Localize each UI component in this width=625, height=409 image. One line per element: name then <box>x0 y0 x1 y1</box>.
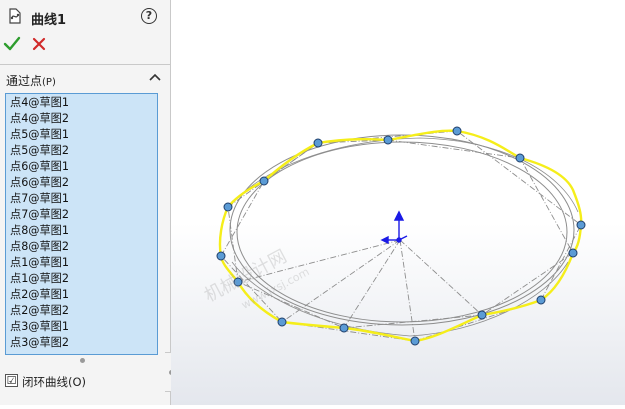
list-item[interactable]: 点7@草图2 <box>10 207 157 223</box>
page-title: 曲线1 <box>31 13 67 28</box>
list-item[interactable]: 点4@草图2 <box>10 111 157 127</box>
closed-curve-checkbox[interactable]: ☑ <box>5 374 18 387</box>
property-manager: 曲线1 ? 通过点(P) 点4@草图1 点4@草图2 点5@草图1 点5@草图2 点6@… <box>0 0 171 405</box>
origin-triad-icon <box>380 210 408 245</box>
list-item[interactable]: 点7@草图1 <box>10 191 157 207</box>
list-item[interactable]: 点6@草图2 <box>10 175 157 191</box>
through-points-heading: 通过点(P) <box>6 72 56 89</box>
control-point[interactable] <box>339 323 349 333</box>
curve-canvas[interactable] <box>171 0 625 405</box>
closed-curve-label: 闭环曲线(O) <box>22 375 87 389</box>
control-point[interactable] <box>568 248 578 258</box>
list-item[interactable]: 点5@草图1 <box>10 127 157 143</box>
control-point[interactable] <box>216 251 226 261</box>
control-point[interactable] <box>452 126 462 136</box>
control-point[interactable] <box>410 336 420 346</box>
control-point[interactable] <box>576 220 586 230</box>
graphics-viewport[interactable] <box>171 0 625 405</box>
list-item[interactable]: 点1@草图1 <box>10 255 157 271</box>
cancel-button[interactable] <box>30 35 48 53</box>
divider <box>0 64 171 65</box>
list-item[interactable]: 点3@草图2 <box>10 335 157 351</box>
control-point[interactable] <box>477 310 487 320</box>
list-item[interactable]: 点4@草图1 <box>10 95 157 111</box>
through-points-label: 通过点 <box>6 74 43 88</box>
resize-grip[interactable] <box>80 358 85 363</box>
through-points-shortcut: (P) <box>42 77 56 88</box>
chevron-up-icon[interactable] <box>148 71 162 85</box>
list-item[interactable]: 点6@草图1 <box>10 159 157 175</box>
curve-feature-icon <box>9 8 21 24</box>
list-item[interactable]: 点2@草图2 <box>10 303 157 319</box>
control-point[interactable] <box>383 135 393 145</box>
list-item[interactable]: 点2@草图1 <box>10 287 157 303</box>
help-icon[interactable]: ? <box>141 8 157 24</box>
feature-header: 曲线1 ? <box>0 0 171 32</box>
list-item[interactable]: 点5@草图2 <box>10 143 157 159</box>
control-point[interactable] <box>277 317 287 327</box>
list-item[interactable]: 点1@草图2 <box>10 271 157 287</box>
control-point[interactable] <box>259 176 269 186</box>
control-point[interactable] <box>515 153 525 163</box>
control-point[interactable] <box>313 138 323 148</box>
list-item[interactable]: 点3@草图1 <box>10 319 157 335</box>
through-points-list[interactable]: 点4@草图1 点4@草图2 点5@草图1 点5@草图2 点6@草图1 点6@草图2 点7@草… <box>5 93 158 355</box>
control-point[interactable] <box>223 202 233 212</box>
list-item[interactable]: 点8@草图1 <box>10 223 157 239</box>
ok-button[interactable] <box>3 35 21 53</box>
control-point[interactable] <box>536 295 546 305</box>
list-item[interactable]: 点8@草图2 <box>10 239 157 255</box>
